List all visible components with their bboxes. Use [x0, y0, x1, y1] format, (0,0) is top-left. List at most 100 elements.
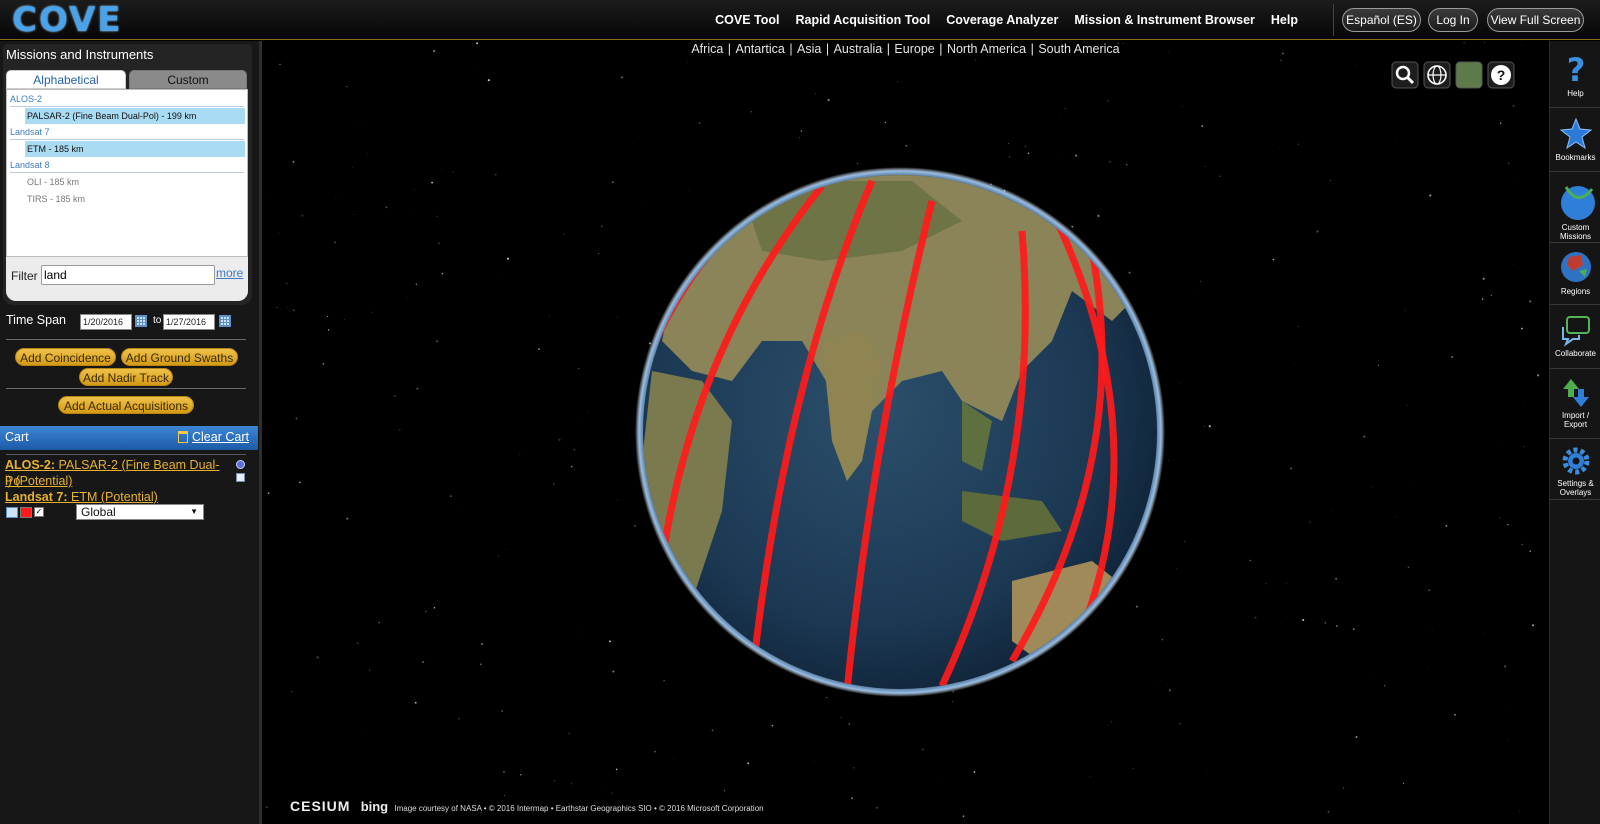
swath-color-swatch[interactable]: [20, 507, 32, 518]
fullscreen-button[interactable]: View Full Screen: [1487, 8, 1584, 32]
sidebar-item-regions[interactable]: Regions: [1550, 249, 1600, 296]
date-from-input[interactable]: 1/20/2016: [80, 314, 132, 330]
tab-alphabetical[interactable]: Alphabetical: [6, 70, 126, 89]
divider: [6, 339, 246, 340]
star: [1316, 230, 1319, 233]
star: [344, 319, 345, 320]
star: [1064, 108, 1066, 110]
star: [503, 794, 505, 796]
instrument-list[interactable]: ALOS-2 PALSAR-2 (Fine Beam Dual-Pol) - 1…: [6, 89, 248, 257]
star: [1531, 624, 1535, 627]
star: [634, 525, 636, 527]
star: [608, 640, 611, 643]
star: [378, 621, 380, 624]
continent-link-north-america[interactable]: North America: [946, 42, 1027, 56]
star: [322, 362, 325, 365]
star: [369, 669, 371, 671]
login-button[interactable]: Log In: [1428, 8, 1478, 32]
imagery-icon[interactable]: [1455, 61, 1483, 89]
bing-logo[interactable]: bing: [361, 799, 388, 814]
region-select[interactable]: Global ▼: [76, 504, 204, 520]
search-icon[interactable]: [1391, 61, 1419, 89]
star: [1519, 810, 1520, 812]
date-to-input[interactable]: 1/27/2016: [163, 314, 215, 330]
calendar-icon[interactable]: [6, 507, 18, 518]
star: [905, 144, 908, 147]
star: [1353, 628, 1355, 630]
continent-link-asia[interactable]: Asia: [796, 42, 822, 56]
visibility-icon[interactable]: [236, 460, 245, 469]
filter-input[interactable]: [41, 265, 215, 285]
continent-link-africa[interactable]: Africa: [690, 42, 724, 56]
cart-item-alos2-cont[interactable]: l) (Potential): [5, 473, 72, 489]
group-label: Landsat 8: [10, 160, 50, 170]
star: [1179, 382, 1181, 384]
star: [356, 642, 359, 644]
nav-help[interactable]: Help: [1271, 13, 1298, 27]
nav-rapid-acquisition-tool[interactable]: Rapid Acquisition Tool: [796, 13, 931, 27]
add-coincidence-button[interactable]: Add Coincidence: [15, 348, 116, 366]
more-link[interactable]: more: [216, 266, 243, 280]
add-nadir-track-button[interactable]: Add Nadir Track: [79, 368, 173, 386]
sidebar-item-bookmarks[interactable]: Bookmarks: [1550, 117, 1600, 162]
star: [688, 190, 690, 192]
star: [1184, 541, 1186, 542]
instrument-item-etm[interactable]: ETM - 185 km: [25, 141, 245, 157]
star: [1027, 152, 1030, 155]
star: [276, 306, 278, 309]
top-bar: COVE COVE Tool Rapid Acquisition Tool Co…: [0, 0, 1600, 40]
sidebar-item-help[interactable]: ? Help: [1550, 51, 1600, 98]
continent-link-australia[interactable]: Australia: [833, 42, 884, 56]
star: [1204, 166, 1206, 167]
star: [1097, 214, 1100, 217]
star: [747, 762, 750, 765]
instrument-item-palsar2[interactable]: PALSAR-2 (Fine Beam Dual-Pol) - 199 km: [25, 108, 245, 124]
star: [1059, 118, 1060, 120]
instrument-item-oli[interactable]: OLI - 185 km: [25, 174, 245, 190]
calendar-icon[interactable]: [219, 315, 231, 327]
continent-link-europe[interactable]: Europe: [893, 42, 935, 56]
sidebar-item-custom-missions[interactable]: Custom Missions: [1550, 177, 1600, 241]
sidebar-item-collaborate[interactable]: Collaborate: [1550, 313, 1600, 358]
cart-item-mission: Landsat 7:: [5, 490, 68, 504]
cart-item-landsat7[interactable]: Landsat 7: ETM (Potential): [5, 489, 158, 505]
star: [1249, 559, 1251, 562]
tab-custom[interactable]: Custom: [129, 70, 247, 89]
star: [654, 750, 656, 753]
cove-logo[interactable]: COVE: [12, 0, 122, 40]
star: [1168, 460, 1169, 462]
star: [501, 710, 503, 712]
trash-icon[interactable]: [178, 431, 188, 443]
sidebar-item-label: Collaborate: [1555, 349, 1596, 358]
sidebar-divider: [1550, 242, 1600, 243]
continent-link-south-america[interactable]: South America: [1037, 42, 1120, 56]
cesium-logo[interactable]: CESIUM: [290, 798, 350, 814]
nav-coverage-analyzer[interactable]: Coverage Analyzer: [946, 13, 1058, 27]
main-nav: COVE Tool Rapid Acquisition Tool Coverag…: [715, 0, 1298, 40]
star: [1395, 516, 1397, 518]
star: [1406, 404, 1408, 406]
clear-cart-link[interactable]: Clear Cart: [192, 430, 249, 444]
sidebar-item-import-export[interactable]: Import / Export: [1550, 377, 1600, 429]
calendar-icon[interactable]: [236, 473, 245, 482]
star: [852, 767, 855, 769]
star: [1176, 568, 1177, 569]
nav-mission-instrument-browser[interactable]: Mission & Instrument Browser: [1074, 13, 1255, 27]
star: [295, 417, 298, 420]
sidebar-item-settings-overlays[interactable]: Settings & Overlays: [1550, 445, 1600, 497]
add-actual-acquisitions-button[interactable]: Add Actual Acquisitions: [58, 396, 194, 414]
globe-viewport[interactable]: ? Africa | Antartica | Asia | Australia …: [262, 41, 1549, 824]
star: [481, 643, 483, 645]
globe-canvas[interactable]: ?: [262, 41, 1549, 824]
star: [827, 99, 830, 102]
star: [1507, 523, 1509, 526]
continent-link-antartica[interactable]: Antartica: [735, 42, 786, 56]
calendar-icon[interactable]: [135, 315, 147, 327]
instrument-item-tirs[interactable]: TIRS - 185 km: [25, 191, 245, 207]
nav-cove-tool[interactable]: COVE Tool: [715, 13, 779, 27]
checkbox-icon[interactable]: ✓: [34, 507, 44, 517]
language-button[interactable]: Español (ES): [1342, 8, 1421, 32]
star: [571, 783, 572, 785]
add-ground-swaths-button[interactable]: Add Ground Swaths: [121, 348, 238, 366]
star: [450, 495, 452, 497]
